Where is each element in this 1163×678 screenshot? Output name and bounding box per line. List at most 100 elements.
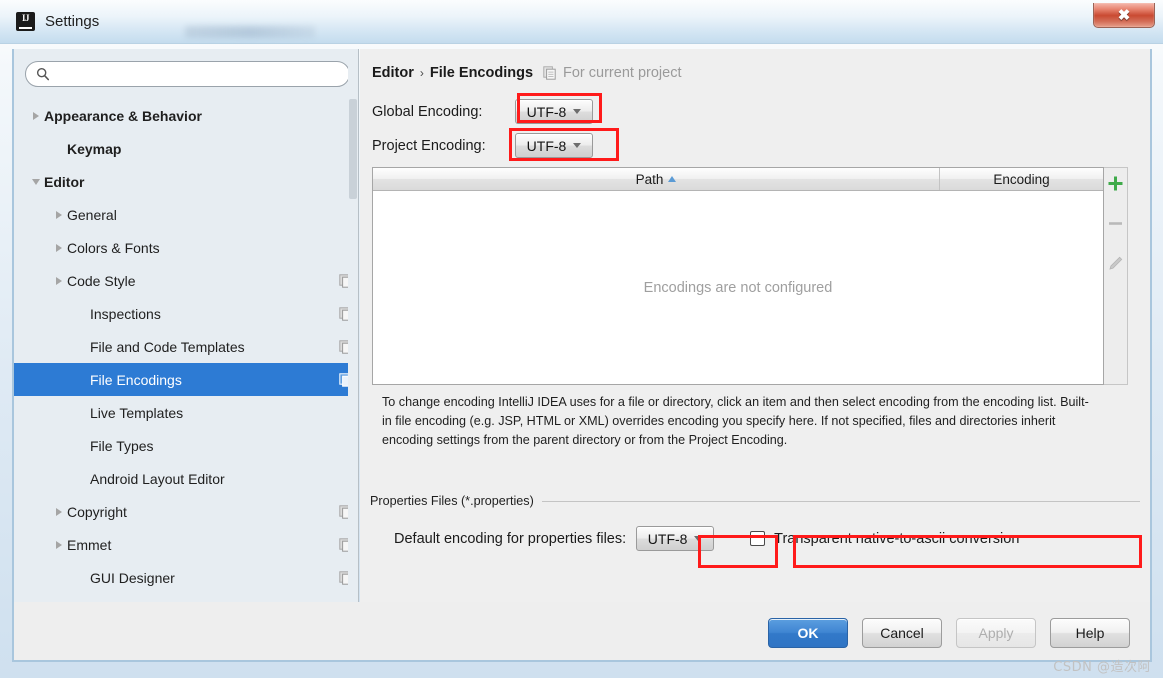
minus-icon — [1109, 221, 1122, 225]
sidebar-item-label: Code Style — [67, 272, 136, 289]
intellij-idea-icon: IJ — [16, 12, 35, 31]
close-button[interactable]: ✖ — [1093, 3, 1155, 28]
sidebar-item-label: General — [67, 206, 117, 223]
global-encoding-label: Global Encoding: — [372, 103, 483, 120]
sidebar-item-label: File Encodings — [90, 371, 182, 388]
search-input[interactable] — [25, 61, 350, 87]
sidebar-item-file-types[interactable]: File Types — [14, 429, 358, 462]
sidebar-item-keymap[interactable]: Keymap — [14, 132, 358, 165]
chevron-down-icon — [573, 143, 582, 148]
chevron-down-icon[interactable] — [28, 174, 44, 190]
sidebar-item-code-style[interactable]: Code Style — [14, 264, 358, 297]
sidebar-scrollbar-thumb[interactable] — [349, 99, 357, 199]
sidebar-item-file-and-code-templates[interactable]: File and Code Templates — [14, 330, 358, 363]
project-encoding-value: UTF-8 — [526, 137, 567, 154]
sidebar-item-android-layout-editor[interactable]: Android Layout Editor — [14, 462, 358, 495]
sidebar-item-label: GUI Designer — [90, 569, 175, 586]
dialog-footer: OK Cancel Apply Help — [12, 602, 1152, 662]
sidebar-item-live-templates[interactable]: Live Templates — [14, 396, 358, 429]
sidebar-item-label: File and Code Templates — [90, 338, 245, 355]
global-encoding-value: UTF-8 — [526, 103, 567, 120]
table-toolbar — [1104, 167, 1128, 385]
default-properties-encoding-dropdown[interactable]: UTF-8 — [636, 526, 715, 551]
chevron-down-icon — [573, 109, 582, 114]
sidebar-item-general[interactable]: General — [14, 198, 358, 231]
sidebar-item-colors-fonts[interactable]: Colors & Fonts — [14, 231, 358, 264]
default-properties-encoding-value: UTF-8 — [647, 530, 688, 547]
breadcrumb-parent[interactable]: Editor — [372, 65, 414, 81]
table-column-header-encoding[interactable]: Encoding — [940, 168, 1103, 190]
sidebar-item-label: Colors & Fonts — [67, 239, 160, 256]
sidebar-item-label: Emmet — [67, 536, 112, 553]
help-text: To change encoding IntelliJ IDEA uses fo… — [382, 395, 1089, 447]
settings-tree[interactable]: Appearance & Behavior Keymap Editor General… — [14, 99, 358, 599]
settings-dialog-window: IJ Settings ✖ Appearance & Behavior Keyma… — [0, 0, 1163, 678]
properties-group-title: Properties Files (*.properties) — [370, 494, 534, 508]
project-encoding-label: Project Encoding: — [372, 137, 486, 154]
sidebar-item-label: Appearance & Behavior — [44, 107, 202, 124]
properties-files-group: Properties Files (*.properties) Default … — [370, 494, 1140, 551]
sidebar-item-label: File Types — [90, 437, 154, 454]
sidebar-item-editor[interactable]: Editor — [14, 165, 358, 198]
search-box[interactable] — [25, 61, 350, 87]
chevron-right-icon[interactable] — [51, 207, 67, 223]
project-encoding-dropdown[interactable]: UTF-8 — [515, 133, 593, 158]
search-icon — [36, 67, 50, 81]
cancel-button-label: Cancel — [880, 625, 924, 641]
group-divider — [541, 500, 1140, 502]
chevron-right-icon[interactable] — [51, 504, 67, 520]
sidebar-item-copyright[interactable]: Copyright — [14, 495, 358, 528]
ok-button[interactable]: OK — [768, 618, 848, 648]
file-encodings-panel: Editor › File Encodings For current proj… — [360, 49, 1152, 602]
encodings-table[interactable]: Path Encoding Encodings are not configur… — [372, 167, 1104, 385]
titlebar-blurred-text — [185, 26, 315, 38]
chevron-right-icon[interactable] — [28, 108, 44, 124]
sidebar-scrollbar[interactable] — [348, 49, 358, 602]
sort-ascending-icon — [668, 176, 677, 182]
window-title: Settings — [45, 13, 100, 30]
watermark: CSDN @造次阿 — [1053, 660, 1151, 675]
sidebar-item-label: Editor — [44, 173, 85, 190]
edit-button[interactable] — [1107, 254, 1125, 272]
table-column-header-path-label: Path — [635, 171, 664, 187]
help-button[interactable]: Help — [1050, 618, 1130, 648]
chevron-right-icon[interactable] — [51, 240, 67, 256]
help-button-label: Help — [1075, 625, 1105, 641]
sidebar-item-label: Keymap — [67, 140, 122, 157]
sidebar-item-file-encodings[interactable]: File Encodings — [14, 363, 358, 396]
transparent-native-to-ascii-checkbox[interactable] — [750, 531, 766, 546]
sidebar-item-label: Android Layout Editor — [90, 470, 225, 487]
add-button[interactable] — [1107, 174, 1125, 192]
project-encoding-row: Project Encoding: UTF-8 — [372, 133, 593, 158]
table-column-header-encoding-label: Encoding — [993, 171, 1050, 187]
chevron-right-icon[interactable] — [51, 537, 67, 553]
breadcrumb-current: File Encodings — [429, 65, 534, 81]
window-titlebar: IJ Settings ✖ — [0, 0, 1163, 44]
sidebar-item-emmet[interactable]: Emmet — [14, 528, 358, 561]
sidebar-item-gui-designer[interactable]: GUI Designer — [14, 561, 358, 594]
table-column-header-path[interactable]: Path — [373, 168, 940, 190]
remove-button[interactable] — [1107, 214, 1125, 232]
close-icon: ✖ — [1117, 7, 1131, 24]
sidebar-item-inspections[interactable]: Inspections — [14, 297, 358, 330]
table-header-row: Path Encoding — [373, 168, 1103, 191]
sidebar-item-label: Copyright — [67, 503, 127, 520]
sidebar-item-appearance-behavior[interactable]: Appearance & Behavior — [14, 99, 358, 132]
table-empty-message: Encodings are not configured — [643, 279, 833, 296]
default-properties-encoding-label: Default encoding for properties files: — [394, 530, 627, 547]
cancel-button[interactable]: Cancel — [862, 618, 942, 648]
pencil-icon — [1109, 256, 1123, 270]
breadcrumb-scope-note: For current project — [563, 65, 682, 81]
transparent-native-to-ascii-checkbox-row[interactable]: Transparent native-to-ascii conversion — [750, 531, 1019, 547]
global-encoding-dropdown[interactable]: UTF-8 — [515, 99, 593, 124]
dialog-button-bar: OK Cancel Apply Help — [768, 618, 1130, 648]
ok-button-label: OK — [797, 625, 819, 641]
chevron-right-icon[interactable] — [51, 273, 67, 289]
apply-button: Apply — [956, 618, 1036, 648]
